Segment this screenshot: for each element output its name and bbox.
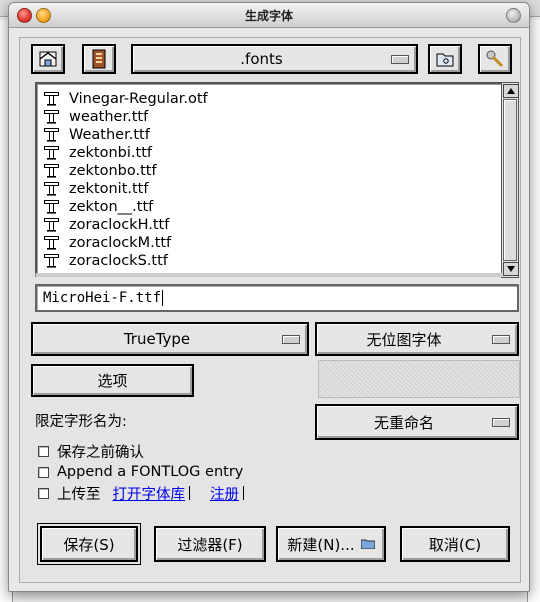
filename-input[interactable]: MicroHei-F.ttf <box>35 284 519 312</box>
font-file-icon <box>44 182 59 196</box>
save-button[interactable]: 保存(S) <box>37 523 141 565</box>
home-directory-button[interactable] <box>31 44 65 74</box>
list-item[interactable]: zektonbi.ttf <box>37 144 501 162</box>
cancel-button-label: 取消(C) <box>428 535 482 554</box>
scrollbar-thumb[interactable] <box>503 99 517 261</box>
file-list-scrollbar[interactable] <box>501 82 519 278</box>
list-item-label: Vinegar-Regular.otf <box>69 91 208 107</box>
upload-checkbox[interactable] <box>38 487 49 499</box>
file-list[interactable]: Vinegar-Regular.otf weather.ttf Weather.tt… <box>35 82 503 276</box>
list-item-label: zektonit.ttf <box>69 181 149 197</box>
text-cursor <box>162 290 164 306</box>
document-icon <box>92 49 106 69</box>
list-item[interactable]: Vinegar-Regular.otf <box>37 90 501 108</box>
list-item[interactable]: Weather.ttf <box>37 126 501 144</box>
new-button-label: 新建(N)... <box>287 535 355 554</box>
link-separator <box>189 486 190 500</box>
options-button[interactable]: 选项 <box>31 364 194 397</box>
folder-icon <box>360 539 375 549</box>
register-link[interactable]: 注册 <box>210 483 239 504</box>
font-file-icon <box>44 218 59 232</box>
confirm-before-save-checkbox[interactable] <box>38 445 49 457</box>
file-list-horizontal-scrollbar[interactable] <box>35 273 502 277</box>
confirm-before-save-label: 保存之前确认 <box>57 444 144 461</box>
outline-format-select[interactable]: TrueType <box>31 322 309 356</box>
font-file-icon <box>44 200 59 214</box>
list-item-label: zoraclockM.ttf <box>69 235 172 251</box>
list-item[interactable]: zoraclockS.ttf <box>37 252 501 270</box>
home-icon <box>39 51 57 67</box>
directory-select[interactable]: .fonts <box>131 44 418 74</box>
filter-button-label: 过滤器(F) <box>177 535 243 554</box>
bitmap-format-select[interactable]: 无位图字体 <box>315 322 519 356</box>
list-item[interactable]: zektonbo.ttf <box>37 162 501 180</box>
rename-value: 无重命名 <box>373 413 434 432</box>
generate-fonts-dialog: 生成字体 .fonts Vinegar-Regular.otf weather.… <box>8 2 530 592</box>
font-file-icon <box>44 254 59 268</box>
filename-value: MicroHei-F.ttf <box>43 290 162 306</box>
tools-button[interactable] <box>478 44 512 74</box>
font-file-icon <box>44 164 59 178</box>
new-folder-text-button[interactable]: 新建(N)... <box>276 526 386 562</box>
folder-icon <box>436 53 454 67</box>
rename-select[interactable]: 无重命名 <box>315 404 519 440</box>
scroll-down-arrow-icon[interactable] <box>503 262 519 276</box>
upload-row[interactable]: 上传至 打开字体库 注册 <box>35 483 264 504</box>
filter-button[interactable]: 过滤器(F) <box>154 526 266 562</box>
font-file-icon <box>44 110 59 124</box>
bitmap-options-placeholder <box>318 360 520 398</box>
window-title: 生成字体 <box>244 9 293 23</box>
list-item-label: zekton__.ttf <box>69 199 154 215</box>
list-item[interactable]: zektonit.ttf <box>37 180 501 198</box>
cancel-button[interactable]: 取消(C) <box>400 526 510 562</box>
save-button-label: 保存(S) <box>63 535 115 554</box>
chevron-down-icon <box>492 418 510 427</box>
font-file-icon <box>44 236 59 250</box>
chevron-down-icon <box>282 335 300 344</box>
title-bar[interactable]: 生成字体 <box>9 3 529 28</box>
scroll-up-arrow-icon[interactable] <box>503 84 519 98</box>
directory-name: .fonts <box>240 50 283 68</box>
bookmarks-button[interactable] <box>82 44 116 74</box>
tools-icon <box>486 50 504 68</box>
append-fontlog-checkbox[interactable] <box>38 466 49 478</box>
options-button-label: 选项 <box>97 372 128 390</box>
chevron-down-icon <box>391 55 409 64</box>
append-fontlog-label: Append a FONTLOG entry <box>57 464 244 480</box>
confirm-before-save-row[interactable]: 保存之前确认 <box>35 442 144 461</box>
zoom-window-button[interactable] <box>506 8 521 23</box>
list-item-label: weather.ttf <box>69 109 149 125</box>
bitmap-format-value: 无位图字体 <box>366 330 442 349</box>
list-item[interactable]: zoraclockH.ttf <box>37 216 501 234</box>
outline-format-value: TrueType <box>123 330 191 348</box>
font-file-icon <box>44 146 59 160</box>
append-fontlog-row[interactable]: Append a FONTLOG entry <box>35 463 243 481</box>
link-separator <box>243 486 244 500</box>
open-font-library-link[interactable]: 打开字体库 <box>113 483 186 504</box>
chevron-down-icon <box>492 335 510 344</box>
list-item-label: zoraclockH.ttf <box>69 217 170 233</box>
list-item-label: zektonbo.ttf <box>69 163 157 179</box>
upload-label: 上传至 <box>57 486 101 503</box>
list-item[interactable]: zoraclockM.ttf <box>37 234 501 252</box>
list-item-label: Weather.ttf <box>69 127 150 143</box>
list-item[interactable]: zekton__.ttf <box>37 198 501 216</box>
dialog-content: .fonts Vinegar-Regular.otf weather.ttf Wea… <box>19 37 521 583</box>
new-folder-button[interactable] <box>428 44 462 74</box>
font-file-icon <box>44 128 59 142</box>
font-file-icon <box>44 92 59 106</box>
list-item-label: zektonbi.ttf <box>69 145 152 161</box>
list-item-label: zoraclockS.ttf <box>69 253 168 269</box>
restrict-glyph-names-label: 限定字形名为: <box>35 414 127 430</box>
list-item[interactable]: weather.ttf <box>37 108 501 126</box>
